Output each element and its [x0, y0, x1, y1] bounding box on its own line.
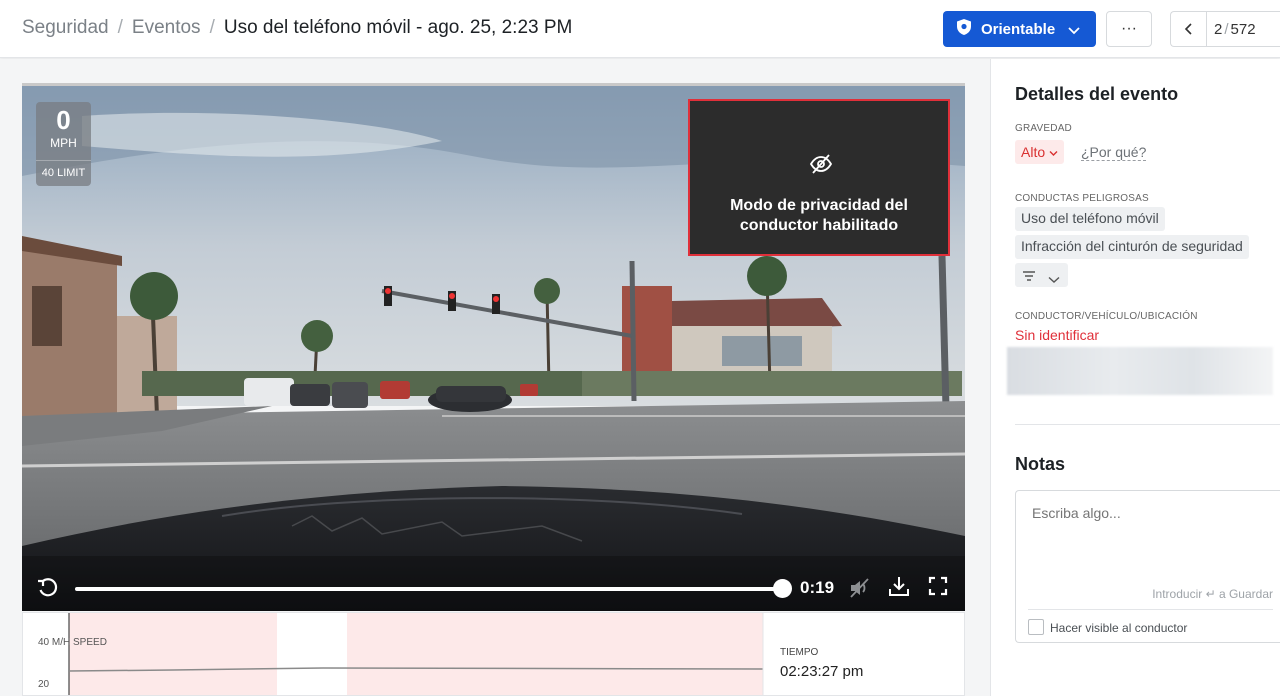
privacy-mode-overlay: Modo de privacidad del conductor habilit… — [688, 99, 950, 256]
event-pager: 2/572 — [1170, 11, 1280, 47]
blurred-location-map — [1007, 347, 1273, 395]
dashcam-video-player[interactable]: 0 MPH 40 LIMIT Modo de privacidad del co… — [22, 83, 965, 671]
eye-off-icon — [809, 153, 833, 180]
orientable-button-label: Orientable — [981, 20, 1056, 38]
breadcrumb-separator: / — [209, 17, 215, 38]
visible-to-driver-checkbox[interactable] — [1028, 619, 1044, 635]
video-controls: 0:19 — [22, 564, 965, 614]
speed-limit: 40 LIMIT — [36, 160, 91, 179]
speed-badge: 0 MPH 40 LIMIT — [36, 102, 91, 186]
breadcrumb: Seguridad / Eventos / Uso del teléfono m… — [22, 17, 572, 39]
shield-icon — [956, 18, 972, 40]
chart-time-value: 02:23:27 pm — [780, 663, 864, 680]
top-header: Seguridad / Eventos / Uso del teléfono m… — [0, 0, 1280, 58]
notes-box: Introducir ↵ a Guardar Hacer visible al … — [1015, 490, 1280, 643]
ellipsis-icon: ··· — [1121, 20, 1137, 37]
section-divider — [1015, 424, 1280, 425]
notes-save-hint: Introducir ↵ a Guardar — [1152, 587, 1273, 601]
fullscreen-icon[interactable] — [928, 576, 948, 601]
driver-label: CONDUCTOR/VEHÍCULO/UBICACIÓN — [1015, 311, 1198, 322]
chart-time-label: TIEMPO — [780, 647, 819, 658]
why-link[interactable]: ¿Por qué? — [1081, 144, 1147, 161]
behavior-tag[interactable]: Infracción del cinturón de seguridad — [1015, 235, 1249, 259]
video-time: 0:19 — [800, 578, 835, 597]
pager-total: 572 — [1230, 20, 1256, 38]
chevron-left-icon — [1184, 23, 1192, 35]
chart-y-label: 40 M/H SPEED — [38, 637, 107, 648]
speed-value: 0 — [56, 105, 71, 135]
speed-line — [68, 667, 764, 672]
download-icon[interactable] — [888, 575, 910, 602]
chevron-down-icon — [1067, 23, 1081, 40]
more-options-button[interactable]: ··· — [1106, 11, 1152, 47]
pager-current: 2 — [1214, 20, 1223, 38]
video-progress-bar[interactable] — [75, 579, 792, 598]
volume-muted-icon[interactable] — [848, 577, 872, 604]
chevron-down-icon — [1048, 271, 1060, 289]
behavior-filter-button[interactable] — [1015, 263, 1068, 287]
details-title: Detalles del evento — [1015, 84, 1179, 104]
replay-icon[interactable] — [36, 576, 60, 605]
notes-input[interactable] — [1032, 505, 1262, 521]
speed-chart: 40 M/H SPEED 20 TIEMPO 02:23:27 pm — [22, 612, 965, 696]
severity-label: GRAVEDAD — [1015, 123, 1072, 134]
chart-y-tick: 20 — [38, 679, 50, 690]
notes-divider — [1028, 609, 1273, 610]
breadcrumb-item-seguridad[interactable]: Seguridad — [22, 17, 109, 39]
breadcrumb-item-eventos[interactable]: Eventos — [132, 17, 201, 39]
orientable-button[interactable]: Orientable — [943, 11, 1096, 47]
notes-title: Notas — [1015, 454, 1066, 474]
speed-chart-plot — [68, 613, 764, 695]
event-details-panel: Detalles del evento GRAVEDAD Alto ¿Por q… — [990, 59, 1280, 696]
speed-unit: MPH — [50, 136, 77, 150]
previous-event-button[interactable] — [1171, 12, 1207, 46]
severity-value: Alto — [1021, 144, 1046, 160]
behavior-tag[interactable]: Uso del teléfono móvil — [1015, 207, 1165, 231]
visible-to-driver-label: Hacer visible al conductor — [1050, 621, 1188, 635]
assign-driver-link[interactable]: Sin identificar — [1015, 327, 1099, 343]
filter-icon — [1022, 269, 1036, 287]
pager-count: 2/572 — [1214, 20, 1256, 38]
page-title: Uso del teléfono móvil - ago. 25, 2:23 P… — [223, 17, 573, 38]
progress-handle[interactable] — [773, 579, 792, 598]
chevron-down-icon — [1049, 144, 1058, 160]
behaviors-label: CONDUCTAS PELIGROSAS — [1015, 193, 1149, 204]
severity-dropdown[interactable]: Alto — [1015, 140, 1065, 164]
media-column: 0 MPH 40 LIMIT Modo de privacidad del co… — [0, 59, 990, 696]
privacy-mode-message: Modo de privacidad del conductor habilit… — [730, 197, 908, 234]
breadcrumb-separator: / — [117, 17, 123, 38]
